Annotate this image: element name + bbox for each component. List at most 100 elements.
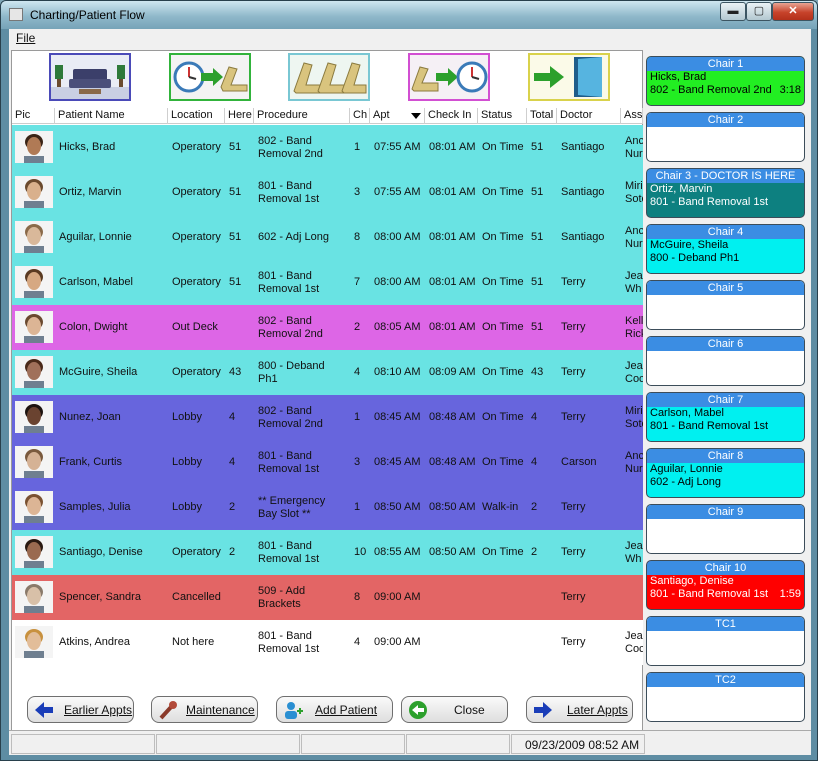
cell-patient-name: Carlson, Mabel bbox=[59, 276, 133, 288]
chair-procedure: 801 - Band Removal 1st bbox=[650, 588, 769, 600]
chair-card[interactable]: Chair 4 McGuire, Sheila 800 - Deband Ph1 bbox=[646, 224, 805, 274]
chair-card[interactable]: Chair 1 Hicks, Brad 802 - Band Removal 2nd… bbox=[646, 56, 805, 106]
col-header-patient-name[interactable]: Patient Name bbox=[55, 108, 168, 124]
table-row[interactable]: Hicks, Brad Operatory 51 802 - Band Removal… bbox=[12, 125, 643, 170]
chair-patient-name: Aguilar, Lonnie bbox=[650, 463, 723, 475]
col-header-appointment[interactable]: Apt bbox=[370, 108, 425, 124]
patient-photo bbox=[15, 176, 53, 208]
chair-card[interactable]: TC2 bbox=[646, 672, 805, 722]
close-window-button[interactable]: ✕ bbox=[772, 2, 814, 21]
cell-patient-name: Nunez, Joan bbox=[59, 411, 121, 423]
cell-check-in: 08:01 AM bbox=[429, 231, 476, 243]
chair-procedure: 800 - Deband Ph1 bbox=[650, 252, 740, 264]
chair-timer: 1:59 bbox=[779, 588, 801, 600]
later-appts-button[interactable]: Later Appts bbox=[526, 696, 633, 723]
exit-door-icon[interactable] bbox=[528, 53, 610, 101]
col-header-chair[interactable]: Ch bbox=[350, 108, 370, 124]
col-header-location[interactable]: Location bbox=[168, 108, 225, 124]
chair-title: Chair 7 bbox=[647, 393, 804, 407]
cell-appointment: 08:55 AM bbox=[374, 546, 421, 558]
table-row[interactable]: Santiago, Denise Operatory 2 801 - Band Rem… bbox=[12, 530, 643, 575]
chair-card[interactable]: Chair 6 bbox=[646, 336, 805, 386]
col-header-pic[interactable]: Pic bbox=[12, 108, 55, 124]
waiting-room-icon[interactable] bbox=[49, 53, 131, 101]
cell-chair: 4 bbox=[354, 636, 361, 648]
col-header-doctor[interactable]: Doctor bbox=[557, 108, 621, 124]
menu-file[interactable]: File bbox=[16, 31, 35, 45]
chair-card[interactable]: Chair 9 bbox=[646, 504, 805, 554]
cell-appointment: 08:10 AM bbox=[374, 366, 421, 378]
cell-chair: 1 bbox=[354, 501, 361, 513]
menu-bar: File bbox=[9, 29, 811, 47]
table-row[interactable]: Carlson, Mabel Operatory 51 801 - Band Remo… bbox=[12, 260, 643, 305]
app-icon bbox=[9, 8, 23, 21]
cell-chair: 3 bbox=[354, 186, 361, 198]
col-header-total[interactable]: Total bbox=[527, 108, 557, 124]
chair-title: Chair 2 bbox=[647, 113, 804, 127]
table-row[interactable]: Colon, Dwight Out Deck 802 - Band Removal … bbox=[12, 305, 643, 350]
seat-patient-icon[interactable] bbox=[169, 53, 251, 101]
chairs-icon[interactable] bbox=[288, 53, 370, 101]
table-row[interactable]: Frank, Curtis Lobby 4 801 - Band Removal 1s… bbox=[12, 440, 643, 485]
table-row[interactable]: Atkins, Andrea Not here 801 - Band Removal… bbox=[12, 620, 643, 665]
table-row[interactable]: Nunez, Joan Lobby 4 802 - Band Removal 2nd 1… bbox=[12, 395, 643, 440]
cell-assistant: Anc Nur bbox=[625, 449, 643, 475]
chair-card[interactable]: Chair 8 Aguilar, Lonnie 602 - Adj Long bbox=[646, 448, 805, 498]
cell-chair: 7 bbox=[354, 276, 361, 288]
table-row[interactable]: Spencer, Sandra Cancelled 509 - Add Bracke… bbox=[12, 575, 643, 620]
chair-title: Chair 1 bbox=[647, 57, 804, 71]
cell-chair: 3 bbox=[354, 456, 361, 468]
chair-title: Chair 3 - DOCTOR IS HERE bbox=[647, 169, 804, 183]
cell-appointment: 08:05 AM bbox=[374, 321, 421, 333]
cell-procedure: 800 - Deband Ph1 bbox=[258, 359, 325, 385]
cell-doctor: Terry bbox=[561, 321, 586, 333]
chair-card[interactable]: Chair 7 Carlson, Mabel 801 - Band Removal … bbox=[646, 392, 805, 442]
maximize-button[interactable]: ▢ bbox=[746, 2, 772, 21]
chair-title: TC1 bbox=[647, 617, 804, 631]
patient-photo bbox=[15, 131, 53, 163]
cell-assistant: Jea Coc bbox=[625, 629, 643, 655]
cell-here: 51 bbox=[229, 186, 242, 198]
table-row[interactable]: Aguilar, Lonnie Operatory 51 602 - Adj Long… bbox=[12, 215, 643, 260]
cell-here: 51 bbox=[229, 276, 242, 288]
cell-status: On Time bbox=[482, 456, 524, 468]
cell-here: 4 bbox=[229, 456, 236, 468]
cell-check-in: 08:50 AM bbox=[429, 546, 476, 558]
col-header-assistant[interactable]: Ass bbox=[621, 108, 643, 124]
cell-location: Out Deck bbox=[172, 321, 218, 333]
cell-assistant: Jea Coc bbox=[625, 359, 643, 385]
cell-check-in bbox=[425, 575, 478, 620]
table-row[interactable]: Ortiz, Marvin Operatory 51 801 - Band Remov… bbox=[12, 170, 643, 215]
col-header-status[interactable]: Status bbox=[478, 108, 527, 124]
chair-procedure: 602 - Adj Long bbox=[650, 476, 721, 488]
cell-status: On Time bbox=[482, 366, 524, 378]
chair-title: Chair 6 bbox=[647, 337, 804, 351]
cell-total: 51 bbox=[531, 141, 544, 153]
cell-total bbox=[527, 620, 557, 665]
chair-patient-name: Santiago, Denise bbox=[650, 575, 734, 587]
chair-card[interactable]: Chair 5 bbox=[646, 280, 805, 330]
chair-card[interactable]: TC1 bbox=[646, 616, 805, 666]
close-button[interactable]: Close bbox=[401, 696, 508, 723]
col-header-here[interactable]: Here bbox=[225, 108, 254, 124]
cell-patient-name: Colon, Dwight bbox=[59, 321, 128, 333]
cell-location: Lobby bbox=[172, 456, 202, 468]
table-row[interactable]: Samples, Julia Lobby 2 ** Emergency Bay Slo… bbox=[12, 485, 643, 530]
col-header-procedure[interactable]: Procedure bbox=[254, 108, 350, 124]
dismiss-patient-icon[interactable] bbox=[408, 53, 490, 101]
chair-card[interactable]: Chair 3 - DOCTOR IS HERE Ortiz, Marvin 801… bbox=[646, 168, 805, 218]
maintenance-button[interactable]: Maintenance bbox=[151, 696, 258, 723]
chair-card[interactable]: Chair 2 bbox=[646, 112, 805, 162]
minimize-button[interactable]: ▬ bbox=[720, 2, 746, 21]
chair-procedure: 801 - Band Removal 1st bbox=[650, 196, 769, 208]
col-header-check-in[interactable]: Check In bbox=[425, 108, 478, 124]
cell-chair: 1 bbox=[354, 141, 361, 153]
earlier-appts-button[interactable]: Earlier Appts bbox=[27, 696, 134, 723]
patient-photo bbox=[15, 491, 53, 523]
chair-card[interactable]: Chair 10 Santiago, Denise 801 - Band Remov… bbox=[646, 560, 805, 610]
add-patient-button[interactable]: Add Patient bbox=[276, 696, 393, 723]
cell-patient-name: Hicks, Brad bbox=[59, 141, 116, 153]
chair-procedure: 802 - Band Removal 2nd bbox=[650, 84, 772, 96]
cell-doctor: Terry bbox=[561, 501, 586, 513]
table-row[interactable]: McGuire, Sheila Operatory 43 800 - Deband P… bbox=[12, 350, 643, 395]
